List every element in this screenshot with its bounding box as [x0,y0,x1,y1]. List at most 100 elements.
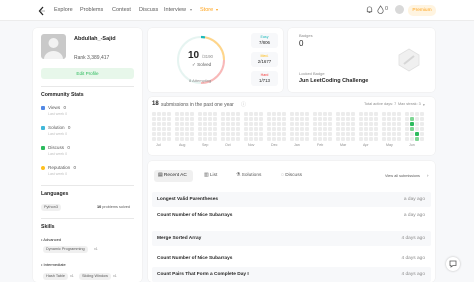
heatmap-cell[interactable] [336,132,340,136]
heatmap-cell[interactable] [405,137,409,141]
heatmap-cell[interactable] [364,132,368,136]
heatmap-cell[interactable] [382,122,386,126]
heatmap-cell[interactable] [336,122,340,126]
heatmap-cell[interactable] [157,112,161,116]
heatmap-cell[interactable] [249,132,253,136]
heatmap-cell[interactable] [313,127,317,131]
heatmap-cell[interactable] [259,122,263,126]
heatmap-cell[interactable] [392,127,396,131]
heatmap-cell[interactable] [410,122,414,126]
heatmap-cell[interactable] [387,132,391,136]
heatmap-cell[interactable] [300,112,304,116]
heatmap-cell[interactable] [152,117,156,121]
heatmap-cell[interactable] [341,112,345,116]
heatmap-cell[interactable] [415,127,419,131]
heatmap-cell[interactable] [364,122,368,126]
skill-tag[interactable]: Dynamic Programming [43,246,88,253]
heatmap-cell[interactable] [259,117,263,121]
heatmap-cell[interactable] [221,117,225,121]
heatmap-cell[interactable] [259,132,263,136]
heatmap-cell[interactable] [405,122,409,126]
heatmap-cell[interactable] [175,112,179,116]
tab-recent-ac[interactable]: ▤ Recent AC [154,170,193,182]
heatmap-cell[interactable] [157,117,161,121]
heatmap-cell[interactable] [415,122,419,126]
heatmap-cell[interactable] [236,112,240,116]
edit-profile-button[interactable]: Edit Profile [41,68,134,79]
heatmap-cell[interactable] [415,117,419,121]
heatmap-cell[interactable] [364,112,368,116]
heatmap-cell[interactable] [351,132,355,136]
heatmap-cell[interactable] [305,122,309,126]
heatmap-cell[interactable] [346,112,350,116]
heatmap-cell[interactable] [185,127,189,131]
heatmap-cell[interactable] [175,117,179,121]
heatmap-cell[interactable] [185,122,189,126]
heatmap-cell[interactable] [346,122,350,126]
heatmap-cell[interactable] [180,117,184,121]
heatmap-cell[interactable] [359,122,363,126]
heatmap-cell[interactable] [351,127,355,131]
heatmap-cell[interactable] [152,127,156,131]
leetcode-logo-icon[interactable] [38,6,46,16]
locked-badge-icon[interactable] [397,48,421,72]
heatmap-cell[interactable] [295,137,299,141]
heatmap-cell[interactable] [346,132,350,136]
heatmap-cell[interactable] [420,112,424,116]
heatmap-cell[interactable] [318,132,322,136]
heatmap-cell[interactable] [244,137,248,141]
heatmap-cell[interactable] [359,137,363,141]
heatmap-cell[interactable] [203,112,207,116]
nav-problems[interactable]: Problems [80,7,103,13]
heatmap-cell[interactable] [328,122,332,126]
heatmap-cell[interactable] [410,112,414,116]
heatmap-cell[interactable] [236,137,240,141]
heatmap-cell[interactable] [231,122,235,126]
heatmap-cell[interactable] [190,117,194,121]
premium-button[interactable]: Premium [408,5,436,16]
help-chat-button[interactable] [446,257,460,271]
heatmap-cell[interactable] [231,137,235,141]
heatmap-cell[interactable] [397,127,401,131]
skill-tag[interactable]: Sliding Window [79,273,111,280]
heatmap-cell[interactable] [328,132,332,136]
heatmap-cell[interactable] [190,127,194,131]
heatmap-cell[interactable] [392,137,396,141]
heatmap-cell[interactable] [346,137,350,141]
heatmap-cell[interactable] [305,117,309,121]
heatmap-cell[interactable] [300,117,304,121]
heatmap-cell[interactable] [369,127,373,131]
heatmap-cell[interactable] [157,137,161,141]
heatmap-cell[interactable] [382,132,386,136]
heatmap-cell[interactable] [272,117,276,121]
heatmap-cell[interactable] [180,112,184,116]
heatmap-cell[interactable] [290,127,294,131]
heatmap-cell[interactable] [369,112,373,116]
heatmap-cell[interactable] [290,112,294,116]
list-item[interactable]: Count Pairs That Form a Complete Day I4 … [152,267,431,282]
heatmap-cell[interactable] [226,112,230,116]
heatmap-cell[interactable] [203,122,207,126]
heatmap-cell[interactable] [364,127,368,131]
heatmap-cell[interactable] [190,122,194,126]
heatmap-cell[interactable] [336,137,340,141]
heatmap-cell[interactable] [282,132,286,136]
heatmap-cell[interactable] [420,127,424,131]
heatmap-cell[interactable] [152,132,156,136]
heatmap-cell[interactable] [323,117,327,121]
heatmap-cell[interactable] [359,127,363,131]
heatmap-cell[interactable] [213,117,217,121]
heatmap-cell[interactable] [162,122,166,126]
heatmap-cell[interactable] [208,137,212,141]
heatmap-cell[interactable] [203,117,207,121]
heatmap-cell[interactable] [369,117,373,121]
heatmap-cell[interactable] [208,117,212,121]
heatmap-cell[interactable] [226,122,230,126]
nav-interview[interactable]: Interview [164,7,186,13]
heatmap-cell[interactable] [410,132,414,136]
heatmap-cell[interactable] [162,132,166,136]
heatmap-cell[interactable] [364,137,368,141]
heatmap-cell[interactable] [175,122,179,126]
heatmap-cell[interactable] [405,127,409,131]
heatmap-cell[interactable] [254,122,258,126]
